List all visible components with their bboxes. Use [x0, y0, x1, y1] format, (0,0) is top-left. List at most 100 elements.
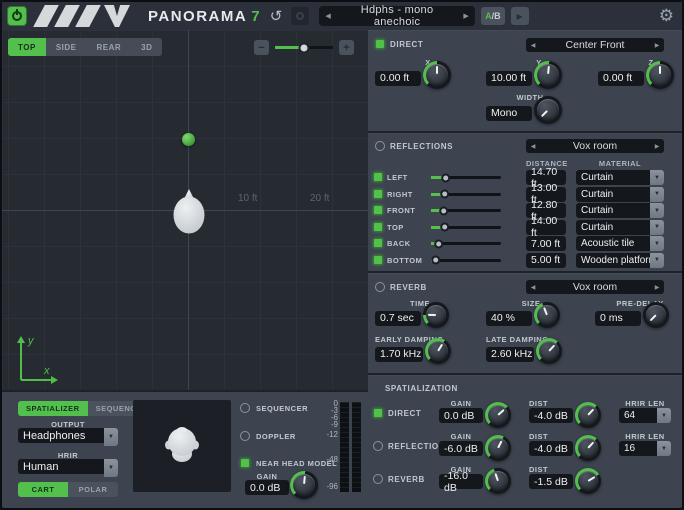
sound-source-handle[interactable]	[182, 133, 195, 146]
reflections-gain-knob[interactable]	[485, 435, 511, 461]
prev-icon[interactable]: ◀	[526, 143, 540, 150]
chevron-down-icon[interactable]: ▼	[104, 428, 118, 446]
sequencer-checkbox[interactable]	[240, 403, 250, 413]
back-level-slider[interactable]	[431, 239, 501, 248]
preset-selector[interactable]: ◀ Hdphs - mono anechoic ▶	[319, 4, 476, 28]
right-material-select[interactable]: Curtain	[576, 186, 650, 202]
time-value[interactable]: 0.7 sec	[375, 310, 421, 326]
back-led[interactable]	[373, 238, 383, 248]
copy-ab-button[interactable]: ▶	[510, 7, 529, 25]
tab-side-view[interactable]: SIDE	[46, 38, 87, 56]
top-distance-value[interactable]: 14.00 ft	[526, 215, 566, 239]
early-damping-knob[interactable]	[425, 338, 451, 364]
direct-enable-led[interactable]	[375, 39, 385, 49]
reverb-gain-knob[interactable]	[485, 468, 511, 494]
width-knob[interactable]	[534, 96, 562, 124]
chevron-down-icon[interactable]: ▼	[650, 252, 664, 268]
zoom-slider[interactable]	[275, 42, 333, 53]
left-material-select[interactable]: Curtain	[576, 170, 650, 185]
direct-gain-value[interactable]: 0.0 dB	[439, 408, 483, 423]
bottom-distance-value[interactable]: 5.00 ft	[526, 252, 566, 268]
chevron-down-icon[interactable]: ▼	[650, 170, 664, 185]
direct-gain-knob[interactable]	[485, 402, 511, 428]
slider-thumb[interactable]	[440, 222, 450, 232]
chevron-down-icon[interactable]: ▼	[657, 408, 671, 423]
y-value[interactable]: 10.00 ft	[486, 70, 532, 86]
x-value[interactable]: 0.00 ft	[375, 70, 421, 86]
chevron-down-icon[interactable]: ▼	[650, 203, 664, 218]
near-head-model-checkbox[interactable]	[240, 458, 250, 468]
left-level-slider[interactable]	[431, 173, 501, 182]
chevron-down-icon[interactable]: ▼	[650, 186, 664, 202]
ab-compare-button[interactable]: A / B	[481, 7, 505, 25]
direct-rolloff-knob[interactable]	[575, 402, 601, 428]
tab-rear-view[interactable]: REAR	[86, 38, 131, 56]
reverb-gain-value[interactable]: -16.0 dB	[439, 470, 483, 494]
back-distance-value[interactable]: 7.00 ft	[526, 236, 566, 251]
slider-thumb[interactable]	[431, 255, 441, 265]
undo-button[interactable]: ↺	[267, 7, 285, 25]
slider-thumb[interactable]	[441, 173, 451, 182]
reverb-rolloff-value[interactable]: -1.5 dB	[529, 474, 573, 489]
position-preset-selector[interactable]: ◀ Center Front ▶	[526, 38, 664, 52]
zoom-out-button[interactable]: −	[254, 40, 269, 55]
reflections-hrir-select[interactable]: 16	[619, 441, 657, 456]
tab-3d-view[interactable]: 3D	[131, 38, 162, 56]
tab-polar[interactable]: POLAR	[68, 482, 118, 497]
early-damping-value[interactable]: 1.70 kHz	[375, 346, 423, 362]
reverb-rolloff-knob[interactable]	[575, 468, 601, 494]
spat-reflections-led[interactable]	[373, 441, 383, 451]
spat-reverb-led[interactable]	[373, 474, 383, 484]
hrir-select[interactable]: Human ▼	[18, 459, 118, 477]
chevron-down-icon[interactable]: ▼	[104, 459, 118, 477]
late-damping-value[interactable]: 2.60 kHz	[486, 346, 534, 362]
size-knob[interactable]	[534, 302, 560, 328]
output-select[interactable]: Headphones ▼	[18, 428, 118, 446]
chevron-down-icon[interactable]: ▼	[650, 236, 664, 251]
reflections-enable-checkbox[interactable]	[375, 141, 385, 151]
width-value[interactable]: Mono	[486, 105, 532, 121]
front-material-select[interactable]: Curtain	[576, 203, 650, 218]
chevron-down-icon[interactable]: ▼	[657, 441, 671, 456]
z-knob[interactable]	[646, 61, 674, 89]
zoom-slider-knob[interactable]	[298, 42, 310, 53]
predelay-value[interactable]: 0 ms	[595, 310, 641, 326]
preset-prev-icon[interactable]: ◀	[319, 12, 337, 20]
predelay-knob[interactable]	[643, 302, 669, 328]
bottom-led[interactable]	[373, 254, 383, 265]
slider-thumb[interactable]	[438, 206, 448, 215]
direct-hrir-select[interactable]: 64	[619, 408, 657, 423]
tab-top-view[interactable]: TOP	[8, 38, 46, 56]
x-knob[interactable]	[423, 61, 451, 89]
tab-spatializer[interactable]: SPATIALIZER	[18, 401, 88, 416]
preset-next-icon[interactable]: ▶	[457, 12, 475, 20]
reverb-enable-checkbox[interactable]	[375, 282, 385, 292]
gain-value[interactable]: 0.0 dB	[245, 480, 289, 495]
reflections-rolloff-value[interactable]: -4.0 dB	[529, 441, 573, 456]
room-preset-selector[interactable]: ◀ Vox room ▶	[526, 139, 664, 153]
size-value[interactable]: 40 %	[486, 310, 532, 326]
gain-knob[interactable]	[290, 471, 318, 499]
bottom-material-select[interactable]: Wooden platform	[576, 252, 650, 268]
front-led[interactable]	[373, 205, 383, 215]
z-value[interactable]: 0.00 ft	[598, 70, 644, 86]
zoom-in-button[interactable]: +	[339, 40, 354, 55]
back-material-select[interactable]: Acoustic tile	[576, 236, 650, 251]
gear-icon[interactable]: ⚙	[659, 6, 674, 26]
chevron-down-icon[interactable]: ▼	[650, 219, 664, 235]
right-led[interactable]	[373, 188, 383, 199]
next-icon[interactable]: ▶	[650, 284, 664, 291]
doppler-checkbox[interactable]	[240, 431, 250, 441]
reflections-rolloff-knob[interactable]	[575, 435, 601, 461]
y-knob[interactable]	[534, 61, 562, 89]
prev-icon[interactable]: ◀	[526, 42, 540, 49]
spat-direct-led[interactable]	[373, 408, 383, 418]
prev-icon[interactable]: ◀	[526, 284, 540, 291]
bottom-level-slider[interactable]	[431, 255, 501, 265]
compare-button[interactable]	[291, 7, 310, 25]
direct-rolloff-value[interactable]: -4.0 dB	[529, 408, 573, 423]
reflections-gain-value[interactable]: -6.0 dB	[439, 441, 483, 456]
slider-thumb[interactable]	[439, 189, 449, 199]
left-led[interactable]	[373, 172, 383, 182]
late-damping-knob[interactable]	[536, 338, 562, 364]
